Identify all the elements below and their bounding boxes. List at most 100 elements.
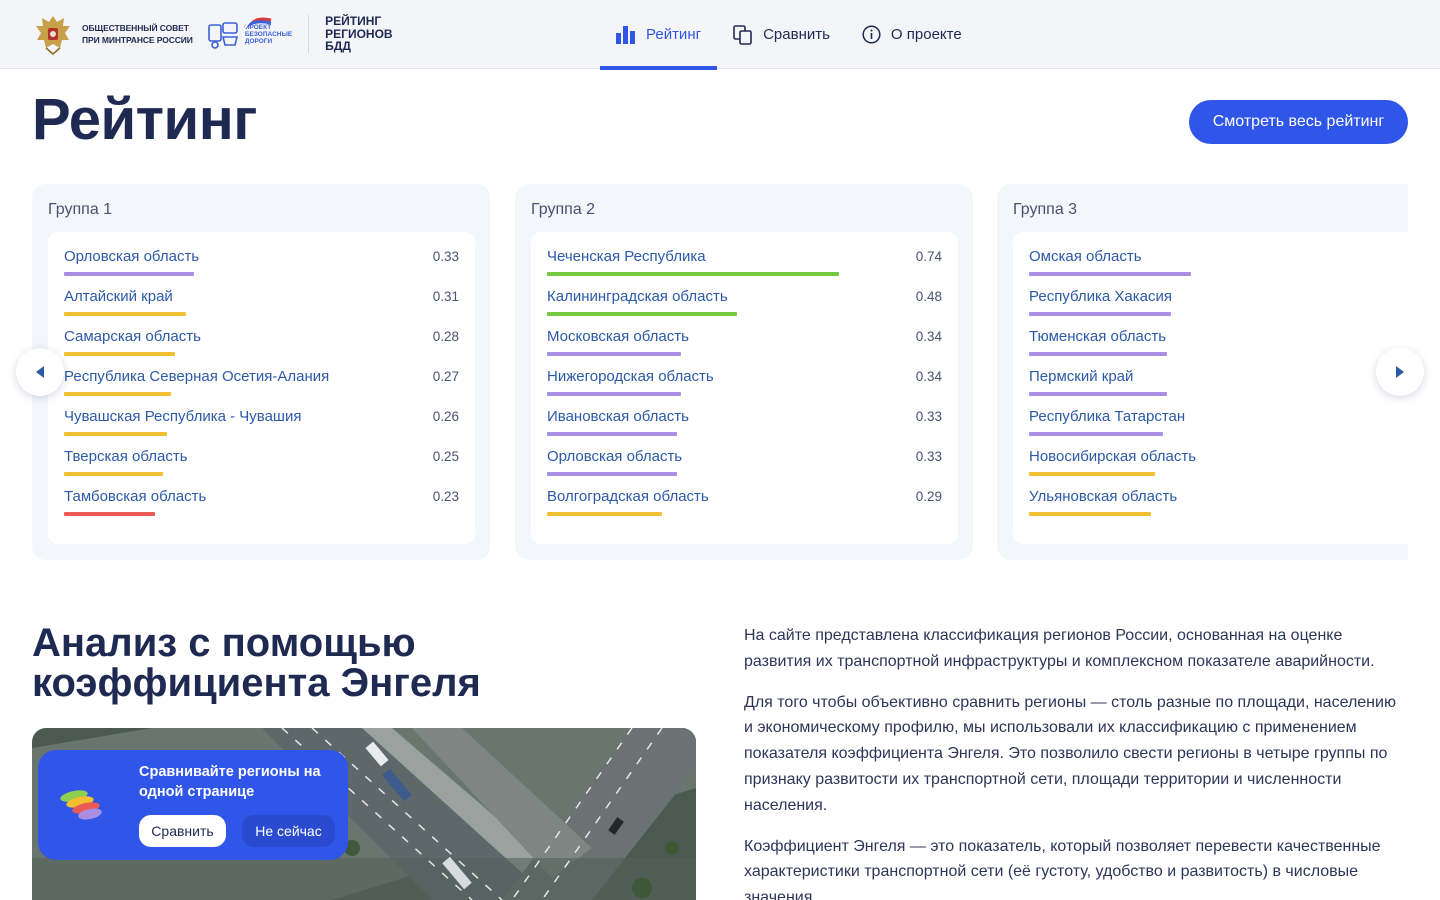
score-bar (1029, 472, 1155, 476)
region-name-link[interactable]: Ивановская область (547, 408, 689, 425)
region-score: 0.28 (432, 329, 459, 344)
rating-row[interactable]: Волгоградская область 0.29 (547, 488, 942, 528)
region-name-link[interactable]: Омская область (1029, 248, 1142, 265)
score-bar (64, 472, 163, 476)
compare-promo-banner: Сравнивайте регионы на одной странице Ср… (38, 750, 348, 860)
nav-compare-label: Сравнить (763, 26, 830, 43)
logo-group[interactable]: ОБЩЕСТВЕННЫЙ СОВЕТ ПРИ МИНТРАНСЕ РОССИИ … (32, 12, 393, 56)
rating-row[interactable]: Республика Хакасия0. (1029, 288, 1408, 328)
description-paragraph-3: Коэффициент Энгеля — это показатель, кот… (744, 837, 1381, 900)
safe-roads-icon (208, 22, 238, 49)
rating-row[interactable]: Тюменская область0. (1029, 328, 1408, 368)
rating-row[interactable]: Орловская область 0.33 (547, 448, 942, 488)
project-line-3: ДОРОГИ (244, 37, 273, 45)
rating-row[interactable]: Тверская область 0.25 (64, 448, 459, 488)
region-score: 0.33 (915, 449, 942, 464)
rating-row[interactable]: Омская область0 (1029, 248, 1408, 288)
score-bar (1029, 312, 1171, 316)
score-bar (64, 272, 194, 276)
region-name-link[interactable]: Орловская область (64, 248, 199, 265)
nav-rating[interactable]: Рейтинг (600, 0, 718, 70)
region-name-link[interactable]: Новосибирская область (1029, 448, 1196, 465)
rating-carousel: Группа 1 Орловская область 0.33 Алтайский … (32, 184, 1408, 560)
region-score: 0.27 (432, 369, 459, 384)
region-name-link[interactable]: Тюменская область (1029, 328, 1166, 345)
rating-row[interactable]: Чеченская Республика 0.74 (547, 248, 942, 288)
coat-of-arms-logo (36, 16, 70, 55)
score-bar (64, 512, 155, 516)
engel-section-title: Анализ с помощью коэффициента Энгеля (32, 621, 481, 705)
score-bar (64, 392, 171, 396)
region-name-link[interactable]: Чеченская Республика (547, 248, 706, 265)
group-title: Группа 2 (531, 201, 596, 218)
group-title: Группа 1 (48, 201, 113, 218)
rating-row[interactable]: Алтайский край 0.31 (64, 288, 459, 328)
rating-row[interactable]: Республика Татарстан0. (1029, 408, 1408, 448)
region-name-link[interactable]: Тамбовская область (64, 488, 206, 505)
rating-row[interactable]: Ивановская область 0.33 (547, 408, 942, 448)
site-brand[interactable]: РЕЙТИНГ РЕГИОНОВ БДД (325, 15, 392, 53)
region-score: 0.29 (915, 489, 942, 504)
rating-row[interactable]: Ульяновская область0 (1029, 488, 1408, 528)
nav-compare[interactable]: Сравнить (717, 0, 846, 69)
rating-row[interactable]: Нижегородская область 0.34 (547, 368, 942, 408)
region-name-link[interactable]: Чувашская Республика - Чувашия (64, 408, 301, 425)
nav-about-label: О проекте (890, 26, 962, 43)
carousel-prev-button[interactable] (16, 348, 64, 396)
top-header: ОБЩЕСТВЕННЫЙ СОВЕТ ПРИ МИНТРАНСЕ РОССИИ … (0, 0, 1440, 70)
council-line-1: ОБЩЕСТВЕННЫЙ СОВЕТ (82, 23, 189, 33)
promo-compare-button[interactable]: Сравнить (139, 815, 226, 847)
group-list: Чеченская Республика 0.74 Калининградская … (531, 232, 958, 544)
compare-chips-icon (60, 790, 102, 820)
brand-line-3: БДД (325, 39, 351, 54)
region-score: 0.23 (432, 489, 459, 504)
region-score: 0.74 (915, 249, 942, 264)
rating-row[interactable]: Чувашская Республика - Чувашия 0.26 (64, 408, 459, 448)
project-line-2: БЕЗОПАСНЫЕ (244, 30, 293, 38)
region-name-link[interactable]: Республика Северная Осетия-Алания (64, 368, 329, 385)
rating-row[interactable]: Новосибирская область0 (1029, 448, 1408, 488)
score-bar (547, 432, 677, 436)
rating-row[interactable]: Пермский край0. (1029, 368, 1408, 408)
score-bar (1029, 432, 1163, 436)
region-name-link[interactable]: Нижегородская область (547, 368, 714, 385)
score-bar (64, 352, 175, 356)
region-name-link[interactable]: Калининградская область (547, 288, 728, 305)
score-bar (64, 312, 186, 316)
score-bar (547, 272, 839, 276)
score-bar (64, 432, 167, 436)
bar-chart-icon (616, 25, 636, 44)
promo-dismiss-button[interactable]: Не сейчас (242, 815, 335, 847)
council-line-2: ПРИ МИНТРАНСЕ РОССИИ (82, 35, 193, 45)
logo-divider (308, 15, 310, 53)
main-nav: Рейтинг Сравнить О проекте (600, 0, 978, 70)
view-full-rating-button[interactable]: Смотреть весь рейтинг (1189, 100, 1408, 144)
rating-row[interactable]: Калининградская область 0.48 (547, 288, 942, 328)
rating-row[interactable]: Московская область 0.34 (547, 328, 942, 368)
flag-icon (243, 16, 272, 30)
engel-description: На сайте представлена классификация реги… (744, 623, 1408, 900)
region-name-link[interactable]: Пермский край (1029, 368, 1133, 385)
region-name-link[interactable]: Республика Хакасия (1029, 288, 1172, 305)
group-card-1: Группа 1 Орловская область 0.33 Алтайский … (32, 184, 490, 560)
region-name-link[interactable]: Орловская область (547, 448, 682, 465)
arrow-left-icon (36, 366, 44, 378)
nav-about[interactable]: О проекте (846, 0, 978, 69)
rating-row[interactable]: Орловская область 0.33 (64, 248, 459, 288)
nav-rating-label: Рейтинг (646, 26, 702, 43)
rating-row[interactable]: Тамбовская область 0.23 (64, 488, 459, 528)
region-name-link[interactable]: Ульяновская область (1029, 488, 1177, 505)
region-name-link[interactable]: Московская область (547, 328, 689, 345)
score-bar (547, 472, 677, 476)
region-name-link[interactable]: Алтайский край (64, 288, 173, 305)
carousel-next-button[interactable] (1376, 348, 1424, 396)
region-name-link[interactable]: Тверская область (64, 448, 188, 465)
arrow-right-icon (1396, 366, 1404, 378)
rating-row[interactable]: Республика Северная Осетия-Алания 0.27 (64, 368, 459, 408)
region-name-link[interactable]: Республика Татарстан (1029, 408, 1185, 425)
safe-roads-logo: ПРОЕКТ БЕЗОПАСНЫЕ ДОРОГИ (207, 16, 293, 51)
score-bar (1029, 272, 1191, 276)
region-name-link[interactable]: Волгоградская область (547, 488, 709, 505)
region-name-link[interactable]: Самарская область (64, 328, 201, 345)
rating-row[interactable]: Самарская область 0.28 (64, 328, 459, 368)
